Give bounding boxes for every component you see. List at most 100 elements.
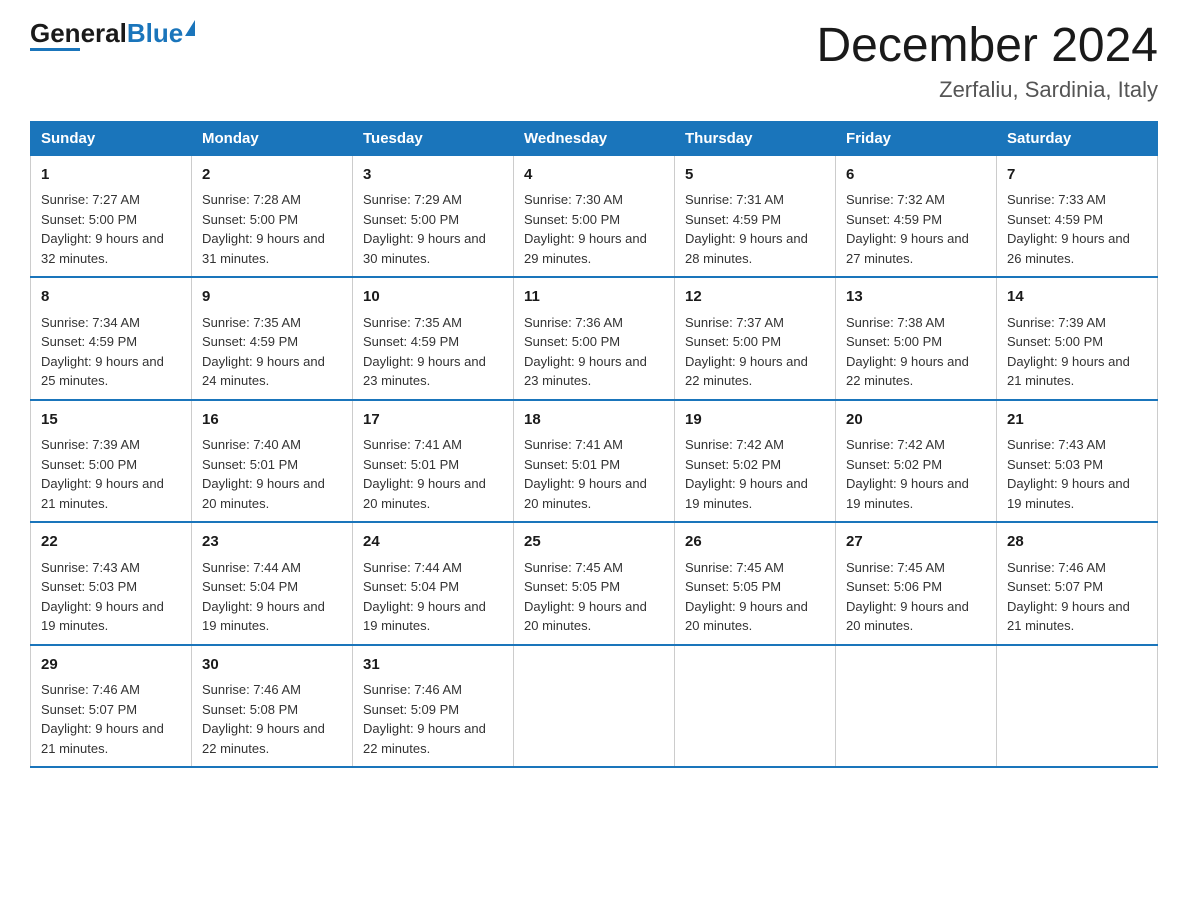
daylight-text: Daylight: 9 hours and 19 minutes. xyxy=(846,474,986,513)
daylight-text: Daylight: 9 hours and 27 minutes. xyxy=(846,229,986,268)
sunset-text: Sunset: 4:59 PM xyxy=(41,332,181,352)
sunrise-text: Sunrise: 7:42 AM xyxy=(846,435,986,455)
sunset-text: Sunset: 4:59 PM xyxy=(363,332,503,352)
sunset-text: Sunset: 5:09 PM xyxy=(363,700,503,720)
daylight-text: Daylight: 9 hours and 28 minutes. xyxy=(685,229,825,268)
sunrise-text: Sunrise: 7:46 AM xyxy=(202,680,342,700)
day-number: 20 xyxy=(846,409,986,432)
sunset-text: Sunset: 5:03 PM xyxy=(41,577,181,597)
week-row-1: 1Sunrise: 7:27 AMSunset: 5:00 PMDaylight… xyxy=(31,155,1158,277)
daylight-text: Daylight: 9 hours and 21 minutes. xyxy=(1007,352,1147,391)
calendar-cell xyxy=(514,645,675,768)
sunrise-text: Sunrise: 7:43 AM xyxy=(41,558,181,578)
sunset-text: Sunset: 5:00 PM xyxy=(1007,332,1147,352)
daylight-text: Daylight: 9 hours and 19 minutes. xyxy=(685,474,825,513)
sunset-text: Sunset: 5:00 PM xyxy=(202,210,342,230)
daylight-text: Daylight: 9 hours and 25 minutes. xyxy=(41,352,181,391)
sunrise-text: Sunrise: 7:43 AM xyxy=(1007,435,1147,455)
day-number: 13 xyxy=(846,286,986,309)
month-title: December 2024 xyxy=(816,20,1158,73)
sunset-text: Sunset: 5:01 PM xyxy=(524,455,664,475)
calendar-cell: 16Sunrise: 7:40 AMSunset: 5:01 PMDayligh… xyxy=(192,400,353,523)
daylight-text: Daylight: 9 hours and 19 minutes. xyxy=(41,597,181,636)
header-col-tuesday: Tuesday xyxy=(353,121,514,155)
calendar-body: 1Sunrise: 7:27 AMSunset: 5:00 PMDaylight… xyxy=(31,155,1158,767)
calendar-cell: 28Sunrise: 7:46 AMSunset: 5:07 PMDayligh… xyxy=(997,522,1158,645)
sunset-text: Sunset: 4:59 PM xyxy=(685,210,825,230)
day-number: 25 xyxy=(524,531,664,554)
sunrise-text: Sunrise: 7:39 AM xyxy=(41,435,181,455)
header-col-saturday: Saturday xyxy=(997,121,1158,155)
daylight-text: Daylight: 9 hours and 20 minutes. xyxy=(363,474,503,513)
header-col-friday: Friday xyxy=(836,121,997,155)
day-number: 27 xyxy=(846,531,986,554)
day-number: 4 xyxy=(524,164,664,187)
sunrise-text: Sunrise: 7:35 AM xyxy=(202,313,342,333)
sunrise-text: Sunrise: 7:41 AM xyxy=(524,435,664,455)
day-number: 19 xyxy=(685,409,825,432)
sunset-text: Sunset: 5:04 PM xyxy=(202,577,342,597)
daylight-text: Daylight: 9 hours and 22 minutes. xyxy=(846,352,986,391)
daylight-text: Daylight: 9 hours and 19 minutes. xyxy=(1007,474,1147,513)
daylight-text: Daylight: 9 hours and 21 minutes. xyxy=(41,474,181,513)
calendar-cell: 24Sunrise: 7:44 AMSunset: 5:04 PMDayligh… xyxy=(353,522,514,645)
calendar-cell: 25Sunrise: 7:45 AMSunset: 5:05 PMDayligh… xyxy=(514,522,675,645)
sunrise-text: Sunrise: 7:37 AM xyxy=(685,313,825,333)
sunset-text: Sunset: 5:07 PM xyxy=(1007,577,1147,597)
sunset-text: Sunset: 5:02 PM xyxy=(685,455,825,475)
day-number: 5 xyxy=(685,164,825,187)
daylight-text: Daylight: 9 hours and 20 minutes. xyxy=(202,474,342,513)
sunrise-text: Sunrise: 7:44 AM xyxy=(202,558,342,578)
calendar-cell: 1Sunrise: 7:27 AMSunset: 5:00 PMDaylight… xyxy=(31,155,192,277)
day-number: 9 xyxy=(202,286,342,309)
sunrise-text: Sunrise: 7:42 AM xyxy=(685,435,825,455)
sunrise-text: Sunrise: 7:27 AM xyxy=(41,190,181,210)
daylight-text: Daylight: 9 hours and 26 minutes. xyxy=(1007,229,1147,268)
sunrise-text: Sunrise: 7:39 AM xyxy=(1007,313,1147,333)
header-col-sunday: Sunday xyxy=(31,121,192,155)
sunset-text: Sunset: 5:01 PM xyxy=(363,455,503,475)
calendar-cell: 9Sunrise: 7:35 AMSunset: 4:59 PMDaylight… xyxy=(192,277,353,400)
calendar-cell: 11Sunrise: 7:36 AMSunset: 5:00 PMDayligh… xyxy=(514,277,675,400)
page-header: GeneralBlue December 2024 Zerfaliu, Sard… xyxy=(30,20,1158,103)
day-number: 12 xyxy=(685,286,825,309)
daylight-text: Daylight: 9 hours and 20 minutes. xyxy=(524,597,664,636)
header-col-monday: Monday xyxy=(192,121,353,155)
calendar-cell: 15Sunrise: 7:39 AMSunset: 5:00 PMDayligh… xyxy=(31,400,192,523)
week-row-4: 22Sunrise: 7:43 AMSunset: 5:03 PMDayligh… xyxy=(31,522,1158,645)
day-number: 22 xyxy=(41,531,181,554)
sunrise-text: Sunrise: 7:46 AM xyxy=(1007,558,1147,578)
header-row: SundayMondayTuesdayWednesdayThursdayFrid… xyxy=(31,121,1158,155)
sunrise-text: Sunrise: 7:46 AM xyxy=(41,680,181,700)
sunrise-text: Sunrise: 7:38 AM xyxy=(846,313,986,333)
calendar-cell: 30Sunrise: 7:46 AMSunset: 5:08 PMDayligh… xyxy=(192,645,353,768)
sunset-text: Sunset: 5:00 PM xyxy=(41,210,181,230)
daylight-text: Daylight: 9 hours and 19 minutes. xyxy=(363,597,503,636)
day-number: 11 xyxy=(524,286,664,309)
calendar-cell: 3Sunrise: 7:29 AMSunset: 5:00 PMDaylight… xyxy=(353,155,514,277)
sunrise-text: Sunrise: 7:33 AM xyxy=(1007,190,1147,210)
week-row-3: 15Sunrise: 7:39 AMSunset: 5:00 PMDayligh… xyxy=(31,400,1158,523)
sunrise-text: Sunrise: 7:34 AM xyxy=(41,313,181,333)
daylight-text: Daylight: 9 hours and 21 minutes. xyxy=(41,719,181,758)
sunset-text: Sunset: 5:00 PM xyxy=(41,455,181,475)
calendar-cell xyxy=(675,645,836,768)
calendar-cell: 2Sunrise: 7:28 AMSunset: 5:00 PMDaylight… xyxy=(192,155,353,277)
day-number: 30 xyxy=(202,654,342,677)
day-number: 16 xyxy=(202,409,342,432)
calendar-cell: 14Sunrise: 7:39 AMSunset: 5:00 PMDayligh… xyxy=(997,277,1158,400)
daylight-text: Daylight: 9 hours and 31 minutes. xyxy=(202,229,342,268)
sunrise-text: Sunrise: 7:31 AM xyxy=(685,190,825,210)
calendar-table: SundayMondayTuesdayWednesdayThursdayFrid… xyxy=(30,121,1158,769)
sunset-text: Sunset: 5:00 PM xyxy=(685,332,825,352)
week-row-2: 8Sunrise: 7:34 AMSunset: 4:59 PMDaylight… xyxy=(31,277,1158,400)
calendar-cell: 5 Sunrise: 7:31 AMSunset: 4:59 PMDaylight… xyxy=(675,155,836,277)
daylight-text: Daylight: 9 hours and 20 minutes. xyxy=(685,597,825,636)
sunrise-text: Sunrise: 7:28 AM xyxy=(202,190,342,210)
sunrise-text: Sunrise: 7:35 AM xyxy=(363,313,503,333)
calendar-cell xyxy=(997,645,1158,768)
daylight-text: Daylight: 9 hours and 29 minutes. xyxy=(524,229,664,268)
daylight-text: Daylight: 9 hours and 24 minutes. xyxy=(202,352,342,391)
day-number: 31 xyxy=(363,654,503,677)
calendar-cell: 20Sunrise: 7:42 AMSunset: 5:02 PMDayligh… xyxy=(836,400,997,523)
